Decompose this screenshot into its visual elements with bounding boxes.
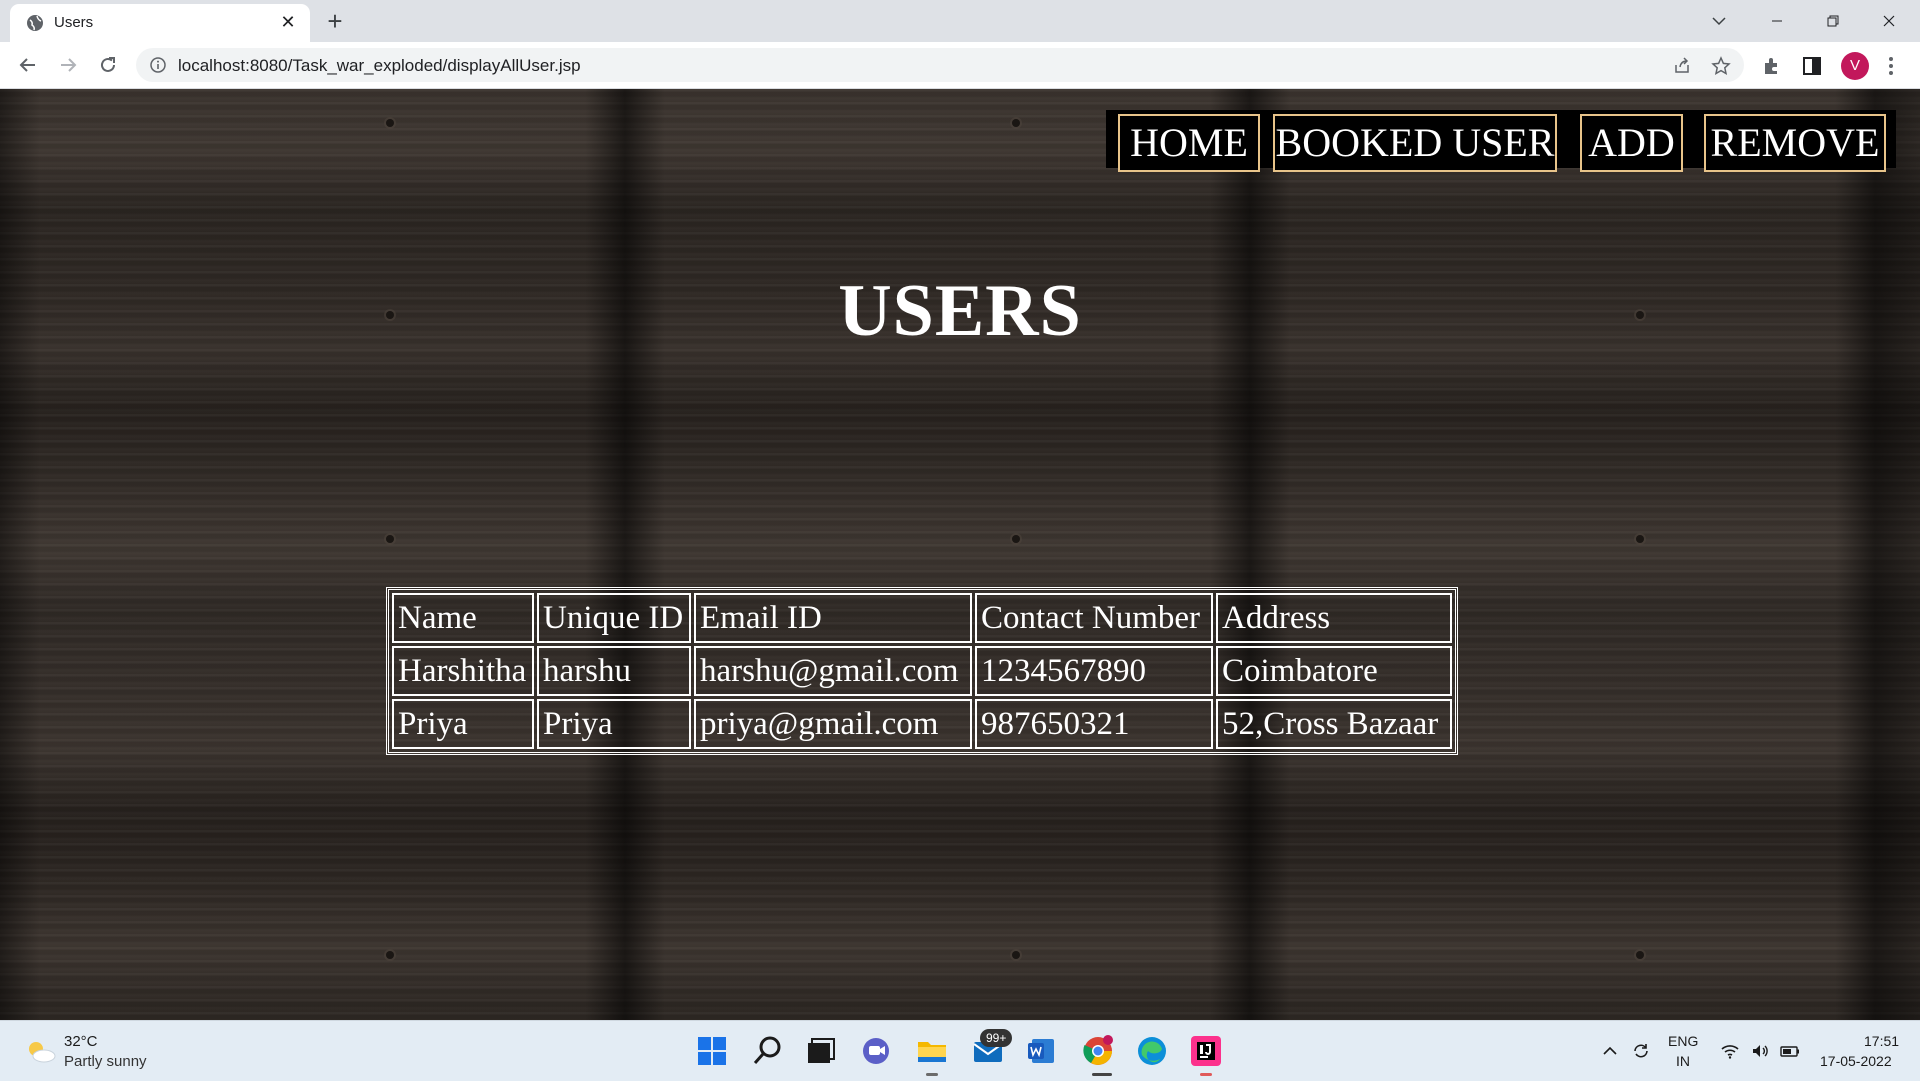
profile-avatar[interactable]: V [1841,52,1869,80]
running-indicator [926,1073,938,1076]
reload-icon [101,57,115,72]
mail-unread-badge: 99+ [980,1029,1013,1047]
reload-button[interactable] [94,51,122,79]
weather-description[interactable]: Partly sunny [64,1053,147,1070]
language-indicator[interactable]: ENG [1668,1033,1698,1049]
cell-address: 52,Cross Bazaar [1216,699,1452,749]
minimize-button[interactable] [1754,6,1800,36]
cell-email: harshu@gmail.com [694,646,972,696]
region-indicator[interactable]: IN [1676,1053,1690,1069]
clock-date[interactable]: 17-05-2022 [1820,1053,1892,1069]
browser-tab[interactable]: Users ✕ [10,4,310,42]
cell-name: Priya [392,699,534,749]
minimize-icon [1772,20,1782,22]
header-address: Address [1216,593,1452,643]
more-vertical-icon [1889,57,1893,75]
wood-nail [1012,535,1020,543]
star-icon[interactable] [1711,56,1731,76]
back-button[interactable] [14,51,42,79]
table-row: Harshitha harshu harshu@gmail.com 123456… [392,646,1452,696]
intellij-icon[interactable] [1188,1033,1224,1069]
wood-nail [386,951,394,959]
cell-email: priya@gmail.com [694,699,972,749]
battery-icon[interactable] [1780,1041,1800,1061]
extensions-icon[interactable] [1761,55,1783,77]
windows-start-icon[interactable] [694,1033,730,1069]
browser-toolbar: localhost:8080/Task_war_exploded/display… [0,42,1920,89]
restore-button[interactable] [1810,6,1856,36]
cell-unique-id: harshu [537,646,691,696]
cell-contact: 987650321 [975,699,1213,749]
running-indicator [1092,1073,1112,1076]
wood-nail [1012,119,1020,127]
info-icon[interactable] [150,57,166,73]
url-text[interactable]: localhost:8080/Task_war_exploded/display… [178,56,581,76]
restore-icon [1827,15,1839,27]
header-name: Name [392,593,534,643]
running-indicator [1200,1073,1212,1076]
wood-nail [386,119,394,127]
arrow-left-icon [19,58,35,72]
volume-icon[interactable] [1750,1041,1770,1061]
chrome-icon[interactable] [1080,1033,1116,1069]
wood-nail [1012,951,1020,959]
wifi-icon[interactable] [1720,1041,1740,1061]
page-viewport: HOME BOOKED USER ADD REMOVE USERS Name U… [0,89,1920,1020]
teams-chat-icon[interactable] [858,1033,894,1069]
task-view-icon[interactable] [802,1033,838,1069]
cell-contact: 1234567890 [975,646,1213,696]
chevron-down-icon [1712,17,1726,26]
nav-booked-user-link[interactable]: BOOKED USER [1273,114,1557,172]
close-icon [1883,15,1895,27]
users-table: Name Unique ID Email ID Contact Number A… [386,587,1458,755]
header-contact-number: Contact Number [975,593,1213,643]
forward-button[interactable] [54,51,82,79]
tab-title: Users [54,14,94,31]
header-unique-id: Unique ID [537,593,691,643]
chevron-up-icon[interactable] [1600,1041,1620,1061]
arrow-right-icon [61,58,77,72]
address-bar[interactable]: localhost:8080/Task_war_exploded/display… [136,48,1744,82]
wood-nail [1636,535,1644,543]
search-icon[interactable] [750,1033,786,1069]
nav-add-link[interactable]: ADD [1580,114,1683,172]
menu-button[interactable] [1880,55,1902,77]
wood-nail [1636,951,1644,959]
new-tab-button[interactable]: + [318,6,352,38]
word-icon[interactable] [1024,1033,1060,1069]
tab-search-button[interactable] [1696,6,1742,36]
page-title: USERS [838,270,1082,352]
cell-unique-id: Priya [537,699,691,749]
nav-remove-link[interactable]: REMOVE [1704,114,1886,172]
wood-nail [386,535,394,543]
share-icon[interactable] [1672,56,1692,76]
table-row: Priya Priya priya@gmail.com 987650321 52… [392,699,1452,749]
header-email-id: Email ID [694,593,972,643]
nav-home-link[interactable]: HOME [1118,114,1260,172]
clock-time[interactable]: 17:51 [1864,1033,1899,1049]
close-window-button[interactable] [1866,6,1912,36]
edge-icon[interactable] [1134,1033,1170,1069]
tab-strip: Users ✕ + [0,0,1920,42]
globe-icon [27,15,43,31]
cell-address: Coimbatore [1216,646,1452,696]
site-navbar: HOME BOOKED USER ADD REMOVE [1106,110,1896,172]
windows-taskbar: 32°C Partly sunny 99+ ENG IN 17:51 17-05… [0,1020,1920,1081]
sync-icon[interactable] [1631,1041,1651,1061]
weather-temperature[interactable]: 32°C [64,1033,98,1050]
cell-name: Harshitha [392,646,534,696]
close-tab-icon[interactable]: ✕ [278,12,298,32]
table-header-row: Name Unique ID Email ID Contact Number A… [392,593,1452,643]
partly-sunny-icon[interactable] [24,1037,58,1065]
file-explorer-icon[interactable] [914,1033,950,1069]
side-panel-icon[interactable] [1801,55,1823,77]
